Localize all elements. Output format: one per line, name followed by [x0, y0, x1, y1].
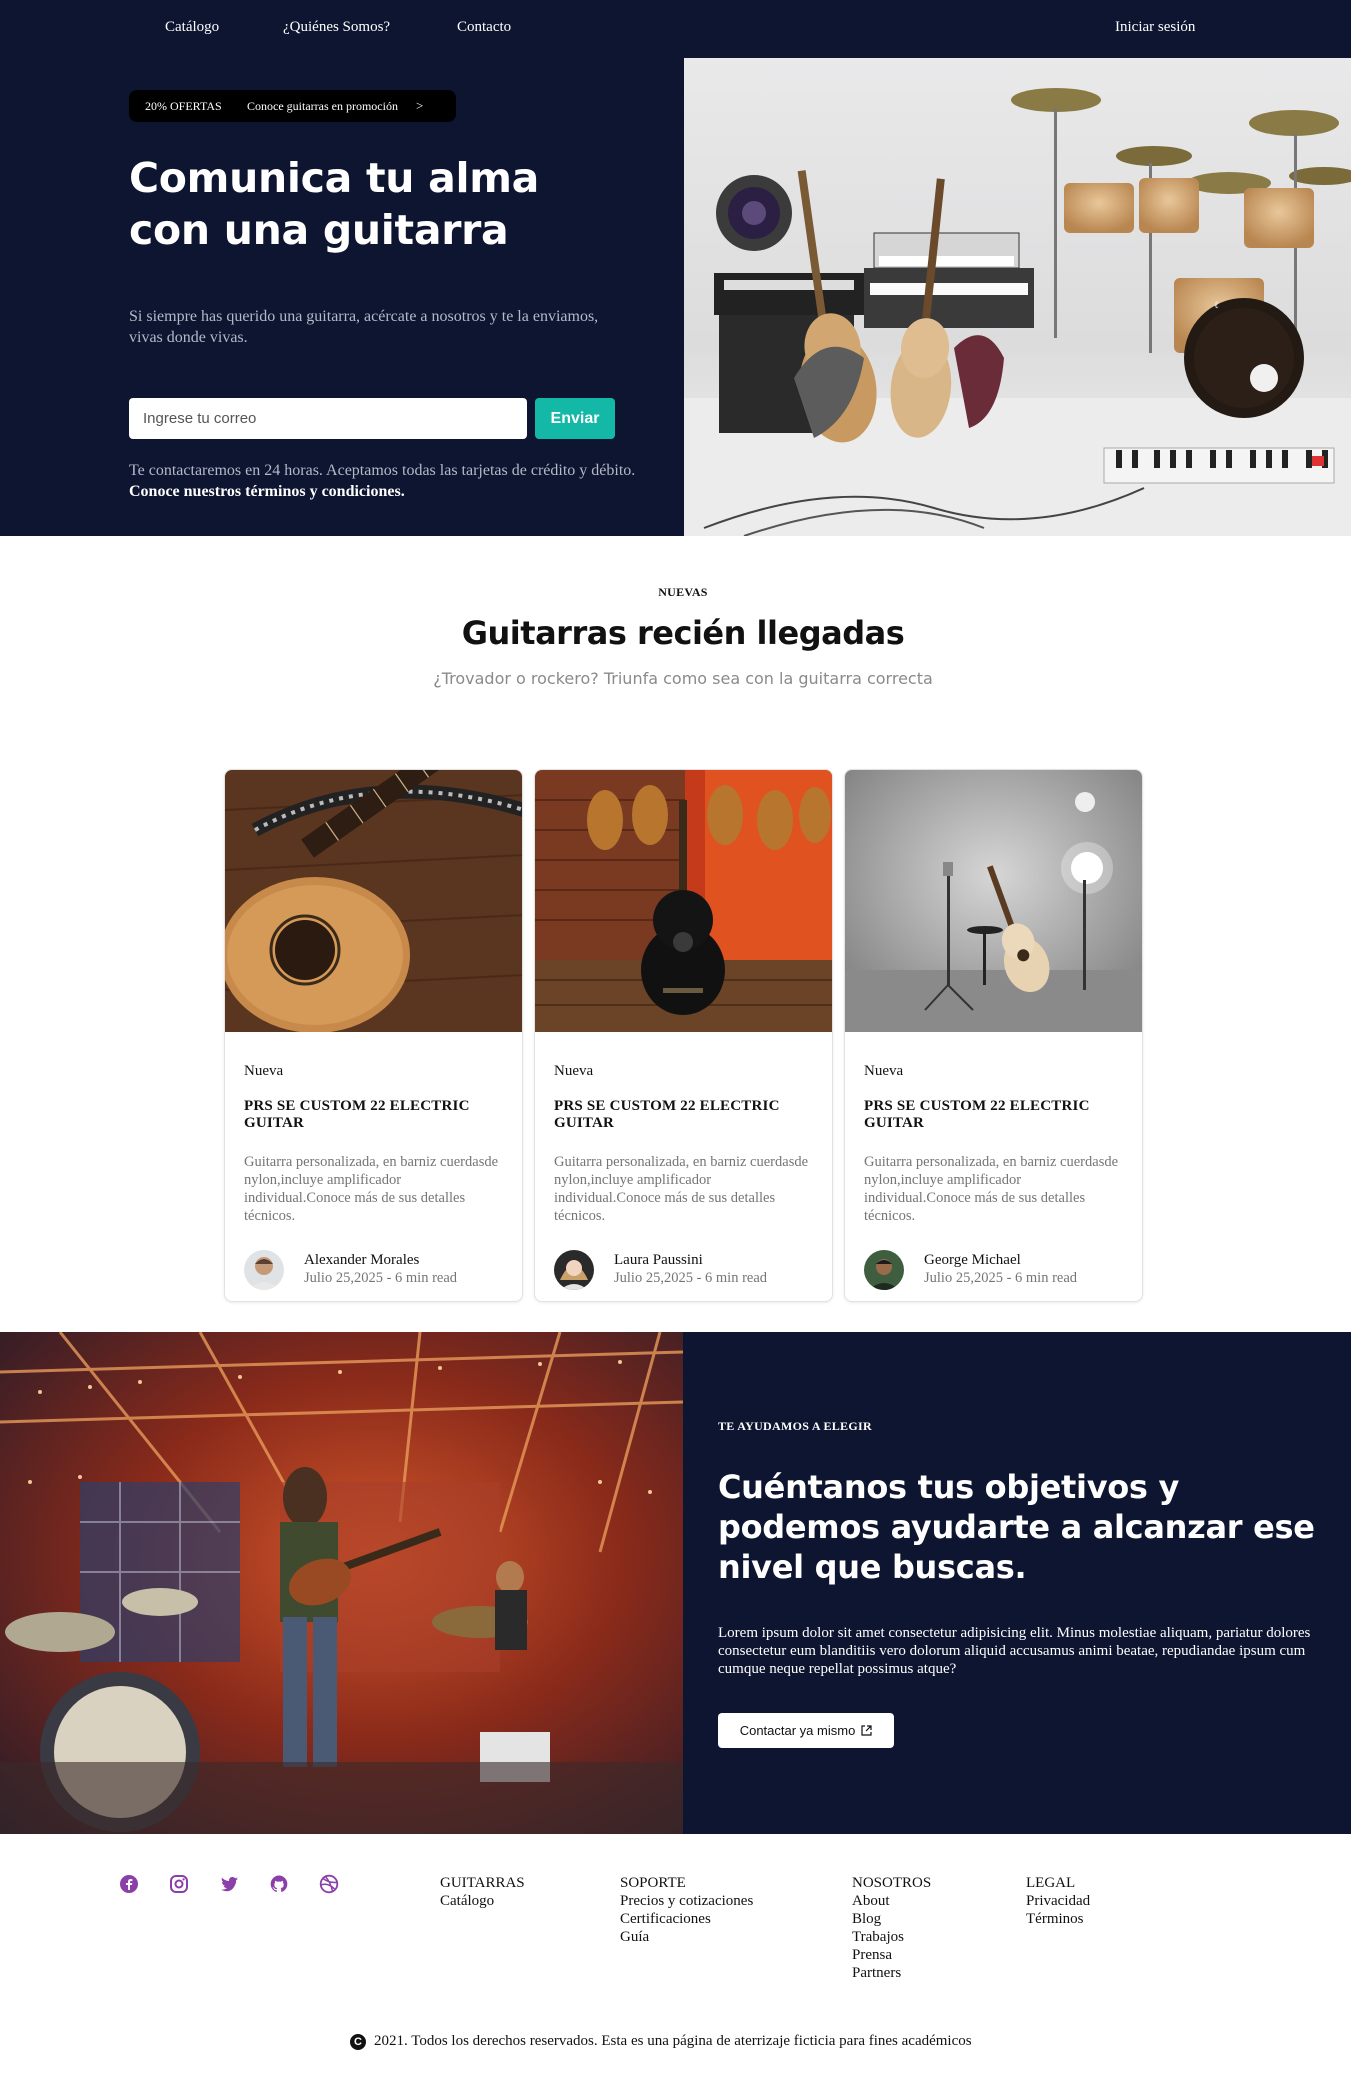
card-description: Guitarra personalizada, en barniz cuerda… [554, 1154, 809, 1224]
hero-instruments-image: ℓ [684, 58, 1351, 536]
footer-link[interactable]: Precios y cotizaciones [620, 1892, 753, 1910]
nav-link-about[interactable]: ¿Quiénes Somos? [283, 19, 390, 36]
footer-column-legal: LEGAL Privacidad Términos [1026, 1874, 1090, 1928]
footer-heading: SOPORTE [620, 1875, 686, 1891]
nav-link-login[interactable]: Iniciar sesión [1115, 19, 1195, 36]
promo-tag: 20% OFERTAS [145, 98, 222, 113]
copyright-line: C 2021. Todos los derechos reservados. E… [350, 2033, 972, 2050]
card-title[interactable]: PRS SE CUSTOM 22 ELECTRIC GUITAR [244, 1098, 494, 1132]
send-button[interactable]: Enviar [535, 398, 615, 439]
new-eyebrow: NUEVAS [658, 585, 708, 599]
top-nav: Catálogo ¿Quiénes Somos? Contacto Inicia… [0, 0, 1351, 58]
cta-section: TE AYUDAMOS A ELEGIR Cuéntanos tus objet… [0, 1332, 1351, 1834]
acoustic-guitar-image [225, 770, 522, 1032]
card-meta: Julio 25,2025 - 6 min read [924, 1270, 1078, 1286]
card-author: George Michael [924, 1252, 1021, 1268]
contact-now-label: Contactar ya mismo [739, 1723, 856, 1738]
hero-subtitle: Si siempre has querido una guitarra, acé… [129, 308, 599, 346]
cta-body: Lorem ipsum dolor sit amet consectetur a… [718, 1625, 1311, 1677]
product-card[interactable]: Nueva PRS SE CUSTOM 22 ELECTRIC GUITAR G… [534, 769, 833, 1302]
footer-link[interactable]: Certificaciones [620, 1910, 753, 1928]
contact-now-button[interactable]: Contactar ya mismo [718, 1713, 894, 1748]
card-author: Laura Paussini [614, 1252, 703, 1268]
facebook-icon[interactable] [119, 1874, 139, 1894]
promo-arrow-icon: > [415, 98, 424, 113]
github-icon[interactable] [269, 1874, 289, 1894]
copyright-icon: C [350, 2033, 366, 2050]
terms-link[interactable]: Conoce nuestros términos y condiciones. [129, 483, 405, 500]
new-section-subtitle: ¿Trovador o rockero? Triunfa como sea co… [433, 669, 933, 688]
card-badge: Nueva [864, 1063, 904, 1079]
footer-link[interactable]: Blog [852, 1910, 931, 1928]
cta-title: Cuéntanos tus objetivos y podemos ayudar… [718, 1468, 1315, 1586]
new-section-title: Guitarras recién llegadas [461, 614, 905, 652]
avatar [244, 1250, 284, 1290]
cta-eyebrow: TE AYUDAMOS A ELEGIR [718, 1419, 872, 1433]
card-badge: Nueva [244, 1063, 284, 1079]
footer-link[interactable]: Privacidad [1026, 1892, 1090, 1910]
footer: GUITARRAS Catálogo SOPORTE Precios y cot… [0, 1834, 1351, 2096]
footer-column-soporte: SOPORTE Precios y cotizaciones Certifica… [620, 1874, 753, 1946]
external-link-icon [861, 1725, 872, 1736]
footer-heading: GUITARRAS [440, 1875, 525, 1891]
card-title[interactable]: PRS SE CUSTOM 22 ELECTRIC GUITAR [554, 1098, 804, 1132]
email-input[interactable] [129, 398, 527, 439]
footer-heading: LEGAL [1026, 1875, 1076, 1891]
nav-link-contact[interactable]: Contacto [457, 19, 511, 36]
guitar-wall-image [535, 770, 832, 1032]
footer-link[interactable]: Partners [852, 1964, 931, 1982]
product-card[interactable]: Nueva PRS SE CUSTOM 22 ELECTRIC GUITAR G… [844, 769, 1143, 1302]
footer-link[interactable]: Trabajos [852, 1928, 931, 1946]
footer-link[interactable]: Prensa [852, 1946, 931, 1964]
card-description: Guitarra personalizada, en barniz cuerda… [244, 1154, 499, 1224]
card-meta: Julio 25,2025 - 6 min read [304, 1270, 458, 1286]
card-author: Alexander Morales [304, 1252, 420, 1268]
hero-fine-print: Te contactaremos en 24 horas. Aceptamos … [129, 460, 659, 502]
dribbble-icon[interactable] [319, 1874, 339, 1894]
footer-link[interactable]: About [852, 1892, 931, 1910]
copyright-text: 2021. Todos los derechos reservados. Est… [374, 2033, 972, 2049]
card-description: Guitarra personalizada, en barniz cuerda… [864, 1154, 1119, 1224]
product-card[interactable]: Nueva PRS SE CUSTOM 22 ELECTRIC GUITAR G… [224, 769, 523, 1302]
footer-link[interactable]: Guía [620, 1928, 753, 1946]
card-title[interactable]: PRS SE CUSTOM 22 ELECTRIC GUITAR [864, 1098, 1114, 1132]
fine-print-text: Te contactaremos en 24 horas. Aceptamos … [129, 462, 636, 479]
card-meta: Julio 25,2025 - 6 min read [614, 1270, 768, 1286]
footer-link[interactable]: Términos [1026, 1910, 1090, 1928]
studio-guitar-image [845, 770, 1142, 1032]
avatar [554, 1250, 594, 1290]
hero-section: 20% OFERTAS Conoce guitarras en promoció… [0, 58, 1351, 536]
twitter-icon[interactable] [219, 1874, 239, 1894]
avatar [864, 1250, 904, 1290]
hero-title: Comunica tu alma con una guitarra [129, 154, 540, 254]
band-concert-image [0, 1332, 683, 1834]
footer-column-guitarras: GUITARRAS Catálogo [440, 1874, 525, 1910]
footer-link[interactable]: Catálogo [440, 1892, 525, 1910]
instagram-icon[interactable] [169, 1874, 189, 1894]
svg-text:ℓ: ℓ [1214, 300, 1219, 311]
footer-column-nosotros: NOSOTROS About Blog Trabajos Prensa Part… [852, 1874, 931, 1982]
promo-pill[interactable]: 20% OFERTAS Conoce guitarras en promoció… [129, 90, 456, 122]
nav-link-catalog[interactable]: Catálogo [165, 19, 219, 36]
footer-heading: NOSOTROS [852, 1875, 932, 1891]
card-badge: Nueva [554, 1063, 594, 1079]
promo-text: Conoce guitarras en promoción [247, 98, 398, 113]
